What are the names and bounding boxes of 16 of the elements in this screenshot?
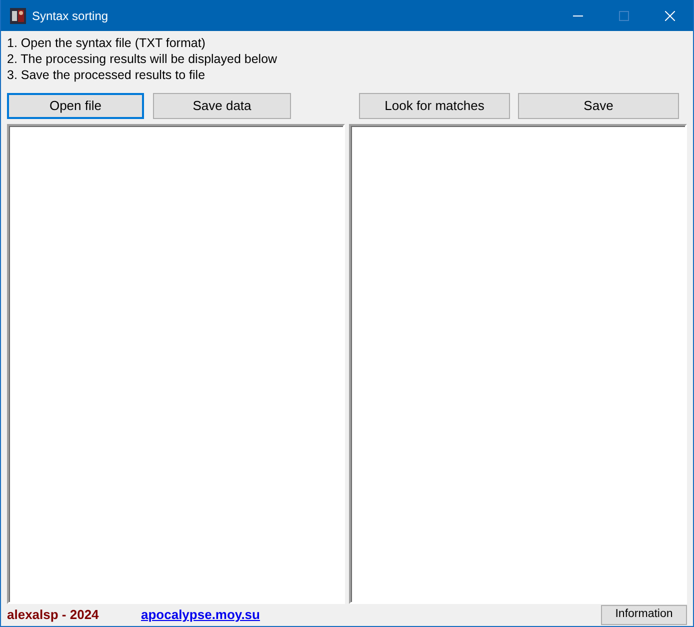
instruction-text: 2. The processing results will be displayed below: [7, 51, 278, 67]
instruction-text: 3. Save the processed results to file: [7, 67, 206, 83]
action-button[interactable]: Look for matches: [359, 93, 510, 119]
text-area[interactable]: [349, 124, 687, 604]
app-icon: [10, 8, 26, 24]
author-label: alexalsp - 2024: [7, 606, 100, 624]
information-button[interactable]: Information: [601, 605, 687, 625]
window-title: Syntax sorting: [32, 8, 110, 24]
close-icon: [665, 10, 675, 20]
maximize-icon: [619, 10, 629, 20]
action-button[interactable]: Open file: [7, 93, 144, 119]
website-link[interactable]: apocalypse.moy.su: [141, 605, 260, 625]
text-area[interactable]: [7, 124, 345, 604]
instruction-text: 1. Open the syntax file (TXT format): [7, 35, 206, 51]
action-button[interactable]: Save: [518, 93, 679, 119]
action-button[interactable]: Save data: [153, 93, 291, 119]
